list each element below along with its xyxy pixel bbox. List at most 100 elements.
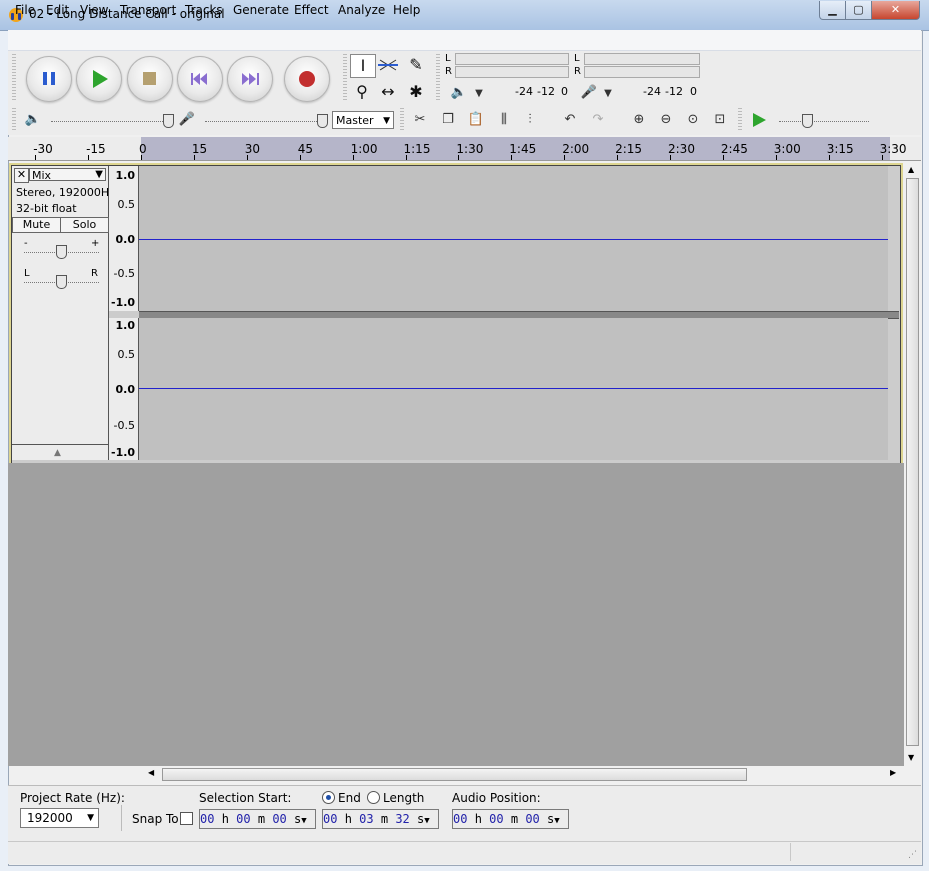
project-rate-value: 192000 — [27, 811, 73, 825]
selection-tool-icon[interactable]: I — [350, 54, 376, 78]
silence-icon[interactable]: ⫶ — [519, 110, 541, 130]
skip-to-end-button[interactable] — [227, 56, 273, 102]
solo-button[interactable]: Solo — [60, 217, 109, 233]
selection-start-time[interactable]: 00 h 00 m 00 s▼ — [199, 809, 316, 829]
seconds-value: 32 — [395, 812, 410, 826]
ruler-tick — [352, 155, 354, 160]
scroll-right-icon[interactable]: ▶ — [890, 768, 896, 777]
zoom-out-icon[interactable]: ⊖ — [655, 110, 677, 130]
envelope-tool-icon[interactable] — [376, 54, 400, 76]
time-shift-tool-icon[interactable]: ↔ — [376, 81, 400, 103]
play-button[interactable] — [76, 56, 122, 102]
trim-icon[interactable]: ⫼ — [493, 110, 515, 130]
scale-label: -0.5 — [113, 267, 135, 280]
record-meter-left-label: L — [574, 53, 580, 64]
pan-slider-thumb[interactable] — [56, 275, 67, 289]
play-meter-menu-chevron-icon[interactable]: ▼ — [468, 84, 490, 104]
playback-speed-slider[interactable] — [779, 121, 869, 123]
chevron-down-icon[interactable]: ▼ — [554, 816, 559, 826]
scroll-down-icon[interactable]: ▼ — [908, 753, 914, 762]
skip-end-icon — [242, 73, 259, 85]
mute-button[interactable]: Mute — [12, 217, 61, 233]
vertical-scrollbar-thumb[interactable] — [906, 178, 919, 746]
scroll-up-icon[interactable]: ▲ — [908, 165, 914, 174]
end-radio[interactable] — [322, 791, 335, 804]
undo-icon[interactable]: ↶ — [559, 110, 581, 130]
channel-2-waveform[interactable] — [139, 318, 888, 460]
toolbar-grip[interactable] — [400, 108, 404, 132]
gain-slider-thumb[interactable] — [56, 245, 67, 259]
toolbar-grip[interactable] — [12, 54, 16, 100]
menu-view[interactable]: View — [80, 3, 108, 17]
menu-analyze[interactable]: Analyze — [338, 3, 385, 17]
menu-edit[interactable]: Edit — [46, 3, 69, 17]
play-meter-scale-24: -24 — [515, 85, 533, 98]
playback-speed-thumb[interactable] — [802, 114, 813, 128]
resize-grip-icon[interactable]: ⋰ — [908, 850, 917, 860]
project-rate-select[interactable]: 192000 ▼ — [20, 808, 99, 828]
selection-end-time[interactable]: 00 h 03 m 32 s▼ — [322, 809, 439, 829]
toolbar-grip[interactable] — [436, 54, 440, 102]
horizontal-scrollbar-thumb[interactable] — [162, 768, 747, 781]
record-meter-menu-chevron-icon[interactable]: ▼ — [597, 84, 619, 104]
menu-effect[interactable]: Effect — [294, 3, 329, 17]
zoom-tool-icon[interactable]: ⚲ — [350, 81, 374, 103]
chevron-down-icon[interactable]: ▼ — [301, 816, 306, 826]
divider — [12, 444, 108, 445]
scroll-left-icon[interactable]: ◀ — [148, 768, 154, 777]
fit-selection-icon[interactable]: ⊙ — [682, 110, 704, 130]
pause-button[interactable] — [26, 56, 72, 102]
track-close-icon[interactable]: ✕ — [14, 168, 29, 183]
record-meter-right[interactable] — [584, 66, 700, 78]
minutes-value: 00 — [236, 812, 251, 826]
channel-2-zero-line — [139, 388, 888, 389]
empty-track-area[interactable] — [8, 463, 904, 766]
input-source-value: Master — [336, 114, 374, 127]
snap-to-checkbox[interactable] — [180, 812, 193, 825]
toolbar-grip[interactable] — [343, 54, 347, 102]
output-volume-thumb[interactable] — [163, 114, 174, 128]
close-button[interactable]: ✕ — [871, 1, 920, 20]
play-meter-left[interactable] — [455, 53, 569, 65]
skip-to-start-button[interactable] — [177, 56, 223, 102]
play-meter-right-label: R — [445, 66, 452, 77]
length-radio[interactable] — [367, 791, 380, 804]
multi-tool-icon[interactable]: ✱ — [404, 81, 428, 103]
paste-icon[interactable]: 📋 — [465, 110, 487, 130]
copy-icon[interactable]: ❐ — [437, 110, 459, 130]
play-at-speed-button[interactable] — [748, 110, 770, 130]
input-source-select[interactable]: Master ▼ — [332, 111, 394, 129]
redo-icon[interactable]: ↷ — [587, 110, 609, 130]
maximize-button[interactable]: ▢ — [845, 1, 872, 20]
chevron-down-icon[interactable]: ▼ — [424, 816, 429, 826]
stop-button[interactable] — [127, 56, 173, 102]
zoom-in-icon[interactable]: ⊕ — [628, 110, 650, 130]
ruler-tick — [564, 155, 566, 160]
play-meter-right[interactable] — [455, 66, 569, 78]
audio-position-time[interactable]: 00 h 00 m 00 s▼ — [452, 809, 569, 829]
ruler-label: -15 — [86, 142, 106, 156]
minimize-button[interactable]: ▁ — [819, 1, 846, 20]
menu-file[interactable]: File — [15, 3, 35, 17]
menu-help[interactable]: Help — [393, 3, 420, 17]
menu-transport[interactable]: Transport — [120, 3, 176, 17]
ruler-label: -30 — [33, 142, 53, 156]
toolbar-grip[interactable] — [738, 108, 742, 132]
record-meter-left[interactable] — [584, 53, 700, 65]
input-volume-thumb[interactable] — [317, 114, 328, 128]
scale-label: -0.5 — [113, 419, 135, 432]
menu-generate[interactable]: Generate — [233, 3, 289, 17]
cut-icon[interactable]: ✂ — [409, 110, 431, 130]
audio-position-label: Audio Position: — [452, 791, 541, 805]
chevron-down-icon: ▼ — [383, 116, 390, 126]
draw-tool-icon[interactable]: ✎ — [404, 54, 428, 76]
hours-unit: h — [344, 812, 352, 826]
input-volume-slider[interactable] — [205, 121, 323, 123]
fit-project-icon[interactable]: ⊡ — [709, 110, 731, 130]
toolbar-grip[interactable] — [12, 108, 16, 132]
collapse-track-icon[interactable]: ▲ — [54, 448, 61, 458]
track-name-menu[interactable]: Mix ▼ — [29, 168, 106, 182]
menu-tracks[interactable]: Tracks — [185, 3, 223, 17]
record-button[interactable] — [284, 56, 330, 102]
output-volume-slider[interactable] — [51, 121, 169, 123]
